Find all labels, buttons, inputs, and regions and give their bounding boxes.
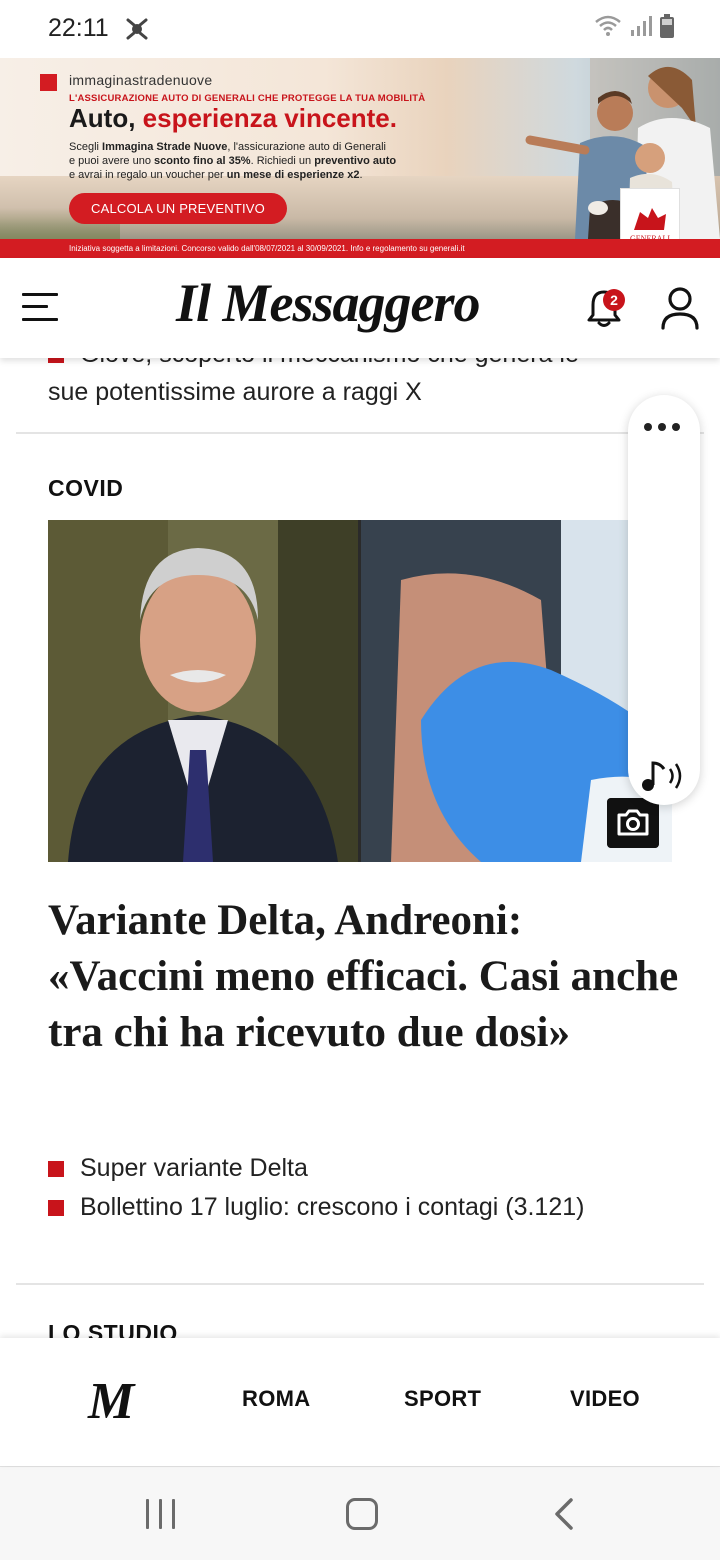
notification-badge: 2 [603, 289, 625, 311]
user-account-icon[interactable] [660, 286, 700, 330]
lion-icon [634, 208, 666, 230]
ad-headline-part2: esperienza vincente. [142, 103, 397, 133]
ad-footer: Iniziativa soggetta a limitazioni. Conco… [0, 239, 720, 258]
floating-action-panel [628, 395, 700, 805]
listen-audio-icon[interactable] [640, 759, 688, 793]
article-hero-image[interactable] [48, 520, 672, 862]
ad-body-bold: preventivo auto [314, 155, 397, 167]
related-link[interactable]: Super variante Delta [48, 1148, 678, 1188]
ad-banner[interactable]: immaginastradenuove L'ASSICURAZIONE AUTO… [0, 58, 720, 258]
site-logo[interactable]: Il Messaggero [176, 272, 481, 334]
site-header: Il Messaggero 2 [0, 258, 720, 358]
ad-body: Scegli Immagina Strade Nuove, l'assicura… [69, 140, 469, 182]
divider [16, 432, 704, 434]
ad-body-text: . Richiedi un [250, 155, 315, 167]
ad-cta-button[interactable]: CALCOLA UN PREVENTIVO [69, 193, 287, 224]
ad-body-bold: un mese di esperienze x2 [226, 169, 360, 181]
hamburger-menu-icon[interactable] [22, 290, 60, 324]
home-logo-button[interactable]: M [88, 1372, 134, 1431]
home-icon[interactable] [346, 1498, 378, 1530]
app-notification-icon [126, 18, 148, 40]
article-headline[interactable]: Variante Delta, Andreoni: «Vaccini meno … [48, 893, 688, 1061]
bottom-navigation: M ROMA SPORT VIDEO [0, 1338, 720, 1466]
ad-body-bold: sconto fino al 35% [154, 155, 251, 167]
bullet-square [48, 1200, 64, 1216]
ad-body-text: , l'assicurazione auto di Generali [227, 141, 386, 153]
status-bar: 22:11 [0, 0, 720, 58]
bullet-square [48, 1161, 64, 1177]
ad-brand: immaginastradenuove [69, 72, 213, 88]
wifi-icon [595, 15, 621, 36]
ad-body-bold: Immagina Strade Nuove [102, 141, 228, 153]
status-time: 22:11 [48, 14, 109, 42]
signal-icon [631, 16, 652, 36]
portrait-photo [48, 520, 358, 862]
ad-headline-part1: Auto, [69, 103, 136, 133]
ad-brand-square [40, 74, 57, 91]
nav-roma[interactable]: ROMA [242, 1386, 310, 1412]
camera-gallery-icon[interactable] [607, 798, 659, 848]
ad-body-text: Scegli [69, 141, 103, 153]
ad-family-image [525, 58, 720, 239]
nav-sport[interactable]: SPORT [404, 1386, 481, 1412]
recent-apps-icon[interactable] [146, 1499, 176, 1529]
more-options-icon[interactable] [644, 423, 680, 431]
nav-video[interactable]: VIDEO [570, 1386, 640, 1412]
related-link-text: Super variante Delta [80, 1154, 308, 1182]
related-link[interactable]: Bollettino 17 luglio: crescono i contagi… [48, 1187, 678, 1227]
ad-body-text: e puoi avere uno [69, 155, 155, 167]
related-link-text: Bollettino 17 luglio: crescono i contagi… [80, 1193, 585, 1221]
back-icon[interactable] [552, 1497, 576, 1531]
ad-headline: Auto, esperienza vincente. [69, 103, 397, 134]
ad-body-text: e avrai in regalo un voucher per [69, 169, 227, 181]
previous-related-link[interactable]: sue potentissime aurore a raggi X [48, 378, 422, 407]
status-icons [594, 14, 674, 38]
section-label[interactable]: COVID [48, 475, 123, 502]
ad-body-text: . [359, 169, 363, 181]
divider [16, 1283, 704, 1285]
system-navigation-bar [0, 1466, 720, 1560]
battery-icon [660, 14, 674, 38]
